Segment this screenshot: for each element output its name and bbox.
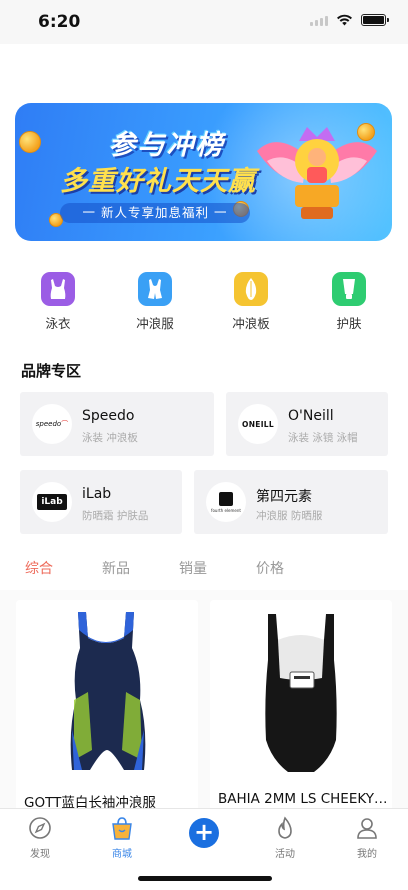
product-card[interactable]: BAHIA 2MM LS CHEEKY SPRING... <box>210 600 392 820</box>
tab-events[interactable]: 活动 <box>255 815 315 860</box>
category-surfboard[interactable]: 冲浪板 <box>216 272 286 332</box>
category-swimsuit[interactable]: 泳衣 <box>23 272 93 332</box>
compass-icon <box>27 815 53 841</box>
tab-label: 发现 <box>30 849 50 860</box>
product-name: BAHIA 2MM LS CHEEKY SPRING... <box>218 791 390 807</box>
trophy-illustration-icon <box>257 127 377 219</box>
brand-name: O'Neill <box>288 408 334 424</box>
brand-card-fourth-element[interactable]: fourth element 第四元素 冲浪服 防晒服 <box>194 470 388 534</box>
category-label: 护肤 <box>336 316 362 331</box>
category-row: 泳衣 冲浪服 冲浪板 护肤 <box>0 272 408 334</box>
tab-discover[interactable]: 发现 <box>10 815 70 860</box>
category-skincare[interactable]: 护肤 <box>314 272 384 332</box>
banner-tagline: 一 新人专享加息福利 一 <box>60 203 250 223</box>
status-icons <box>310 14 389 26</box>
tab-mall[interactable]: 商城 <box>92 815 152 860</box>
fourth-element-logo: fourth element <box>206 482 246 522</box>
banner-subtitle: 多重好礼天天赢 <box>60 166 256 197</box>
tab-mine[interactable]: 我的 <box>337 815 397 860</box>
status-time: 6:20 <box>38 12 81 32</box>
brand-section-title: 品牌专区 <box>21 362 82 380</box>
oneill-logo: ONEILL <box>238 404 278 444</box>
wetsuit-icon <box>138 272 172 306</box>
brand-tags: 冲浪服 防晒服 <box>256 510 323 522</box>
brand-card-ilab[interactable]: iLab iLab 防晒霜 护肤品 <box>20 470 182 534</box>
battery-icon <box>361 14 389 26</box>
category-wetsuit[interactable]: 冲浪服 <box>120 272 190 332</box>
coin-icon <box>19 131 41 153</box>
surfboard-icon <box>234 272 268 306</box>
flame-icon <box>272 815 298 841</box>
user-icon <box>354 815 380 841</box>
brand-tags: 泳装 冲浪板 <box>82 432 138 444</box>
swimsuit-icon <box>41 272 75 306</box>
wetsuit-product-image <box>16 600 198 785</box>
product-card[interactable]: GOTT蓝白长袖冲浪服 <box>16 600 198 820</box>
brand-tags: 防晒霜 护肤品 <box>82 510 149 522</box>
wifi-icon <box>337 14 352 26</box>
category-label: 冲浪板 <box>232 316 270 331</box>
signal-icon <box>310 15 328 26</box>
tab-label: 我的 <box>357 849 377 860</box>
swimsuit-product-image <box>210 600 392 785</box>
sort-tab-price[interactable]: 价格 <box>256 558 284 578</box>
promo-banner[interactable]: 参与冲榜 多重好礼天天赢 一 新人专享加息福利 一 <box>15 103 392 241</box>
shop-bag-icon <box>109 815 135 841</box>
tab-label: 商城 <box>112 849 132 860</box>
brand-name: 第四元素 <box>256 489 312 505</box>
sunscreen-tube-icon <box>332 272 366 306</box>
brand-name: iLab <box>82 486 112 502</box>
status-bar: 6:20 <box>0 0 408 44</box>
publish-plus-button[interactable]: + <box>189 818 219 848</box>
category-label: 泳衣 <box>45 316 71 331</box>
tab-label: 活动 <box>275 849 295 860</box>
brand-card-speedo[interactable]: speedo ⌒ Speedo 泳装 冲浪板 <box>20 392 214 456</box>
home-indicator <box>138 876 272 881</box>
brand-card-oneill[interactable]: ONEILL O'Neill 泳装 泳镜 泳帽 <box>226 392 388 456</box>
sort-tab-sales[interactable]: 销量 <box>179 558 207 578</box>
brand-tags: 泳装 泳镜 泳帽 <box>288 432 358 444</box>
ilab-logo: iLab <box>32 482 72 522</box>
sort-tab-comprehensive[interactable]: 综合 <box>25 558 53 578</box>
brand-name: Speedo <box>82 408 135 424</box>
sort-tab-new[interactable]: 新品 <box>102 558 130 578</box>
category-label: 冲浪服 <box>136 316 174 331</box>
banner-title: 参与冲榜 <box>108 130 225 161</box>
sort-tabs: 综合 新品 销量 价格 <box>0 558 408 582</box>
speedo-logo: speedo ⌒ <box>32 404 72 444</box>
